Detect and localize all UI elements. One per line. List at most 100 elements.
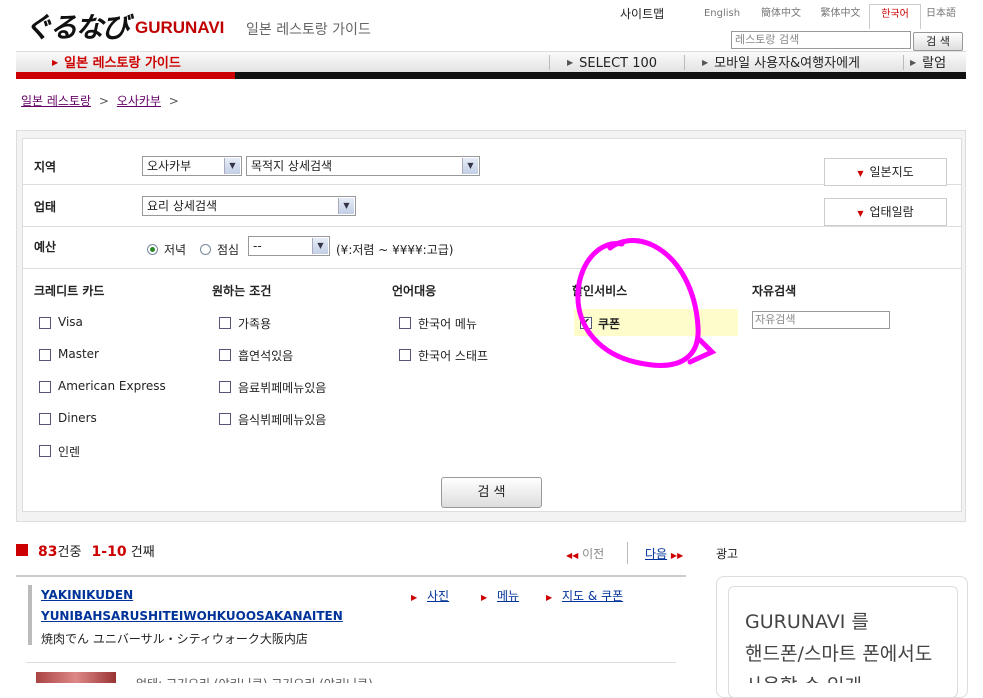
breadcrumb-japan-restaurant[interactable]: 일본 레스토랑	[21, 94, 91, 108]
row-divider	[22, 268, 962, 269]
korean-menu-checkbox[interactable]	[399, 317, 411, 329]
gurunavi-logo-en[interactable]: GURUNAVI	[135, 18, 224, 38]
double-arrow-left-icon: ◀◀	[566, 551, 579, 560]
triangle-down-icon: ▼	[857, 209, 864, 218]
master-checkbox[interactable]	[39, 349, 51, 361]
results-divider	[16, 575, 686, 577]
chevron-right-icon: >	[98, 94, 109, 108]
region-select[interactable]: 오사카부 ▼	[142, 156, 242, 176]
lang-japanese[interactable]: 日本語	[921, 4, 961, 28]
lunch-radio[interactable]	[200, 244, 211, 255]
row-divider	[22, 226, 962, 227]
breadcrumb: 일본 레스토랑 > 오사카부 >	[21, 92, 179, 109]
results-count: 83건중 1-10 건째	[38, 544, 155, 560]
nav-mobile-travelers[interactable]: ▶ 모바일 사용자&여행자에게	[702, 53, 860, 73]
lang-english[interactable]: English	[689, 4, 755, 28]
yinlian-checkbox[interactable]	[39, 445, 51, 457]
nav-ranking[interactable]: ▶ 랄엄	[910, 53, 946, 73]
korean-staff-checkbox[interactable]	[399, 349, 411, 361]
nav-separator	[549, 55, 550, 70]
pager-separator	[627, 542, 628, 564]
family-checkbox[interactable]	[219, 317, 231, 329]
category-list-button[interactable]: ▼ 업태일람	[824, 198, 947, 226]
nav-underline-bar	[235, 72, 966, 79]
breadcrumb-osaka[interactable]: 오사카부	[117, 94, 161, 108]
drink-buffet-checkbox[interactable]	[219, 381, 231, 393]
nav-accent-bar	[16, 72, 235, 79]
site-tagline: 일본 레스토랑 가이드	[246, 22, 371, 38]
prev-page-link[interactable]: ◀◀ 이전	[566, 545, 604, 562]
budget-select[interactable]: -- ▼	[248, 236, 330, 256]
gurunavi-logo-jp[interactable]: ぐるなび	[24, 6, 129, 46]
map-coupon-link[interactable]: ▶ 지도 & 쿠폰	[546, 587, 623, 604]
budget-label: 예산	[34, 240, 57, 254]
dropdown-arrow-icon: ▼	[312, 238, 328, 254]
mobile-ad-text: GURUNAVI 를 핸드폰/스마트 폰에서도 사용할 수 있게	[745, 611, 933, 683]
arrow-right-icon: ▶	[546, 593, 553, 602]
lang-korean[interactable]: 한국어	[869, 4, 921, 29]
chevron-right-icon: >	[168, 94, 179, 108]
restaurant-name-jp: 焼肉でん ユニバーサル・シティウォーク大阪内店	[41, 632, 308, 646]
restaurant-name-link[interactable]: YAKINIKUDEN YUNIBAHSARUSHITEIWOHKUOOSAKA…	[41, 588, 343, 623]
master-label: Master	[58, 347, 99, 361]
food-buffet-label: 음식뷔페메뉴있음	[238, 413, 327, 427]
food-buffet-checkbox[interactable]	[219, 413, 231, 425]
lang-traditional-chinese[interactable]: 繁体中文	[813, 4, 868, 28]
language-support-heading: 언어대응	[392, 284, 437, 298]
budget-hint: (¥:저렴 ~ ¥¥¥¥:고급)	[336, 243, 454, 257]
next-item-category: 업태: 고기요리 (야키니쿠) 고기요리 (야키니쿠)	[136, 675, 373, 683]
nav-select-100[interactable]: ▶ SELECT 100	[567, 53, 657, 73]
destination-select[interactable]: 목적지 상세검색 ▼	[246, 156, 480, 176]
family-label: 가족용	[238, 317, 272, 331]
visa-checkbox[interactable]	[39, 317, 51, 329]
search-submit-button[interactable]: 검 색	[441, 477, 542, 508]
amex-checkbox[interactable]	[39, 381, 51, 393]
drink-buffet-label: 음료뷔페메뉴있음	[238, 381, 327, 395]
korean-menu-label: 한국어 메뉴	[418, 317, 478, 331]
japan-map-button[interactable]: ▼ 일본지도	[824, 158, 947, 186]
yinlian-label: 인렌	[58, 445, 81, 459]
sitemap-link[interactable]: 사이트맵	[620, 5, 664, 22]
lunch-label: 점심	[217, 243, 240, 257]
region-label: 지역	[34, 160, 57, 174]
nav-japan-restaurant-guide[interactable]: ▶ 일본 레스토랑 가이드	[52, 53, 181, 73]
row-divider	[22, 184, 962, 185]
arrow-right-icon: ▶	[910, 58, 917, 67]
results-marker	[16, 544, 28, 556]
nav-separator	[903, 55, 904, 70]
main-nav: ▶ 일본 레스토랑 가이드 ▶ SELECT 100 ▶ 모바일 사용자&여행자에게 …	[16, 51, 966, 73]
restaurant-search-input[interactable]: 레스토랑 검색	[731, 31, 911, 49]
diners-checkbox[interactable]	[39, 413, 51, 425]
free-search-input[interactable]: 자유검색	[752, 311, 890, 329]
dropdown-arrow-icon: ▼	[338, 198, 354, 214]
item-divider	[26, 662, 676, 663]
category-select[interactable]: 요리 상세검색 ▼	[142, 196, 356, 216]
visa-label: Visa	[58, 315, 83, 329]
header-search-button[interactable]: 검 색	[913, 32, 963, 51]
annotation-circle	[575, 238, 717, 368]
arrow-right-icon: ▶	[411, 593, 418, 602]
amex-label: American Express	[58, 379, 166, 393]
conditions-heading: 원하는 조건	[212, 284, 272, 298]
arrow-right-icon: ▶	[702, 58, 709, 67]
arrow-right-icon: ▶	[567, 58, 574, 67]
arrow-right-icon: ▶	[52, 58, 59, 67]
category-label: 업태	[34, 200, 57, 214]
next-page-link[interactable]: 다음 ▶▶	[645, 545, 683, 562]
dropdown-arrow-icon: ▼	[224, 158, 240, 174]
result-accent-bar	[28, 585, 32, 645]
restaurant-thumbnail[interactable]	[36, 672, 116, 683]
korean-staff-label: 한국어 스태프	[418, 349, 489, 363]
credit-card-heading: 크레디트 카드	[34, 284, 105, 298]
photo-link[interactable]: ▶ 사진	[411, 587, 449, 604]
arrow-right-icon: ▶	[481, 593, 488, 602]
ad-label: 광고	[716, 547, 739, 561]
double-arrow-right-icon: ▶▶	[670, 551, 684, 560]
menu-link[interactable]: ▶ 메뉴	[481, 587, 519, 604]
lang-simplified-chinese[interactable]: 簡体中文	[755, 4, 807, 28]
smoking-checkbox[interactable]	[219, 349, 231, 361]
dropdown-arrow-icon: ▼	[462, 158, 478, 174]
dinner-radio[interactable]	[147, 244, 158, 255]
dinner-label: 저녁	[164, 243, 187, 257]
free-search-heading: 자유검색	[752, 284, 797, 298]
